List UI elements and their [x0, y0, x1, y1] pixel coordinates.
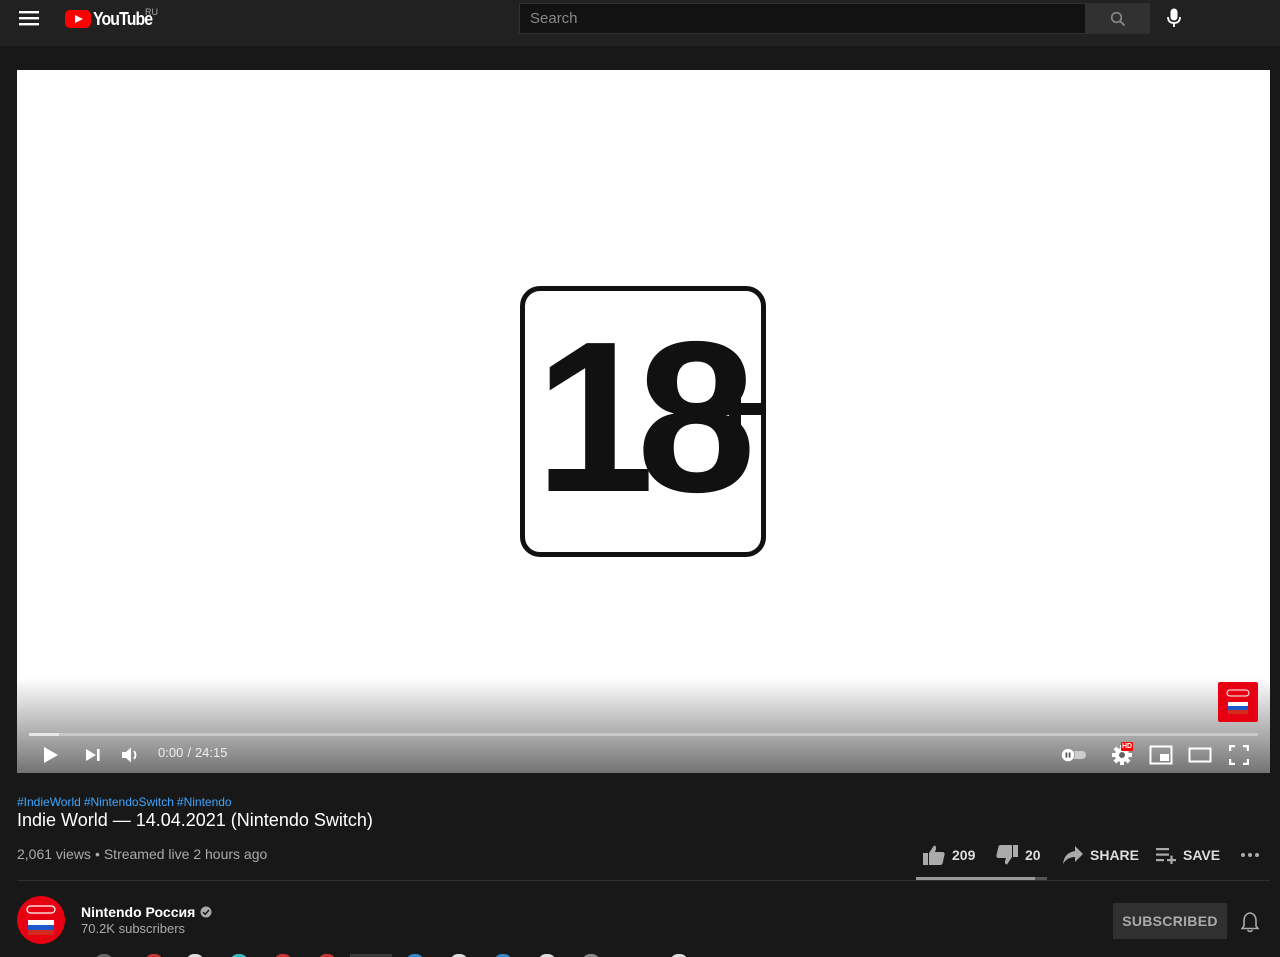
current-time: 0:00 [158, 745, 184, 760]
menu-button[interactable] [14, 6, 44, 30]
share-label: SHARE [1090, 847, 1140, 863]
hashtag-link[interactable]: #NintendoSwitch [84, 795, 174, 809]
divider [17, 880, 1270, 881]
hd-badge: HD [1121, 742, 1134, 751]
stream-date: Streamed live 2 hours ago [103, 846, 268, 862]
miniplayer-icon [1149, 745, 1173, 765]
meta-separator: • [94, 846, 100, 862]
youtube-play-icon [65, 10, 91, 28]
autoplay-toggle-icon [1061, 748, 1086, 762]
voice-search-button[interactable] [1160, 4, 1188, 32]
play-button[interactable] [37, 742, 65, 768]
search-input[interactable] [519, 3, 1086, 34]
next-content-strip [0, 948, 1280, 957]
video-title: Indie World — 14.04.2021 (Nintendo Switc… [17, 810, 373, 830]
bell-icon [1241, 912, 1259, 933]
plus-icon [705, 379, 765, 439]
miniplayer-button[interactable] [1146, 742, 1176, 768]
time-display: 0:00/24:15 [158, 745, 227, 760]
age-rating-card: 18 [520, 286, 766, 557]
view-count: 2,061 views [17, 846, 91, 862]
nintendo-russia-logo-icon [1226, 689, 1250, 714]
duration: 24:15 [194, 745, 228, 760]
channel-avatar[interactable] [17, 896, 65, 944]
fullscreen-icon [1229, 745, 1249, 765]
search-icon [1110, 11, 1126, 26]
more-actions-button[interactable] [1240, 842, 1260, 868]
settings-button[interactable]: HD [1107, 741, 1137, 769]
skip-next-icon [86, 749, 100, 761]
nintendo-russia-avatar-icon [26, 905, 56, 935]
mute-button[interactable] [117, 742, 145, 768]
share-icon [1063, 846, 1083, 864]
progress-bar[interactable] [29, 733, 1258, 736]
thumbs-down-icon [996, 845, 1018, 865]
verified-badge-icon [200, 906, 212, 918]
thumbs-up-icon [923, 845, 945, 865]
more-horizontal-icon [1241, 853, 1259, 857]
masthead: YouTube RU [0, 0, 1280, 46]
save-button[interactable]: SAVE [1155, 842, 1220, 868]
playlist-add-icon [1156, 848, 1176, 864]
channel-watermark[interactable] [1218, 682, 1258, 722]
hashtag-link[interactable]: #IndieWorld [17, 795, 81, 809]
theater-icon [1188, 747, 1212, 763]
video-player[interactable]: 18 0:00/24:15 HD [17, 70, 1270, 773]
hashtag-link[interactable]: #Nintendo [177, 795, 232, 809]
time-separator: / [187, 745, 191, 760]
like-count: 209 [952, 847, 976, 863]
dislike-button[interactable]: 20 [995, 842, 1041, 868]
subscriber-count: 70.2K subscribers [81, 921, 186, 936]
channel-name-link[interactable]: Nintendo Россия [81, 904, 212, 920]
menu-icon [19, 11, 39, 26]
share-button[interactable]: SHARE [1062, 842, 1139, 868]
fullscreen-button[interactable] [1224, 742, 1254, 768]
channel-name: Nintendo Россия [81, 904, 196, 920]
region-code: RU [145, 7, 158, 17]
notification-bell-button[interactable] [1238, 909, 1262, 935]
volume-icon [122, 747, 137, 763]
dislike-count: 20 [1025, 847, 1041, 863]
play-icon [44, 747, 58, 763]
progress-buffer [29, 733, 59, 736]
subscribed-button[interactable]: SUBSCRIBED [1113, 903, 1227, 939]
hashtag-list: #IndieWorld #NintendoSwitch #Nintendo [17, 795, 235, 809]
next-button[interactable] [79, 742, 107, 768]
save-label: SAVE [1183, 847, 1221, 863]
video-meta: 2,061 views • Streamed live 2 hours ago [17, 846, 267, 862]
autoplay-toggle[interactable] [1059, 744, 1089, 766]
like-button[interactable]: 209 [922, 842, 975, 868]
theater-mode-button[interactable] [1185, 742, 1215, 768]
logo-text: YouTube [93, 8, 153, 29]
microphone-icon [1167, 8, 1181, 27]
search-button[interactable] [1086, 3, 1150, 34]
